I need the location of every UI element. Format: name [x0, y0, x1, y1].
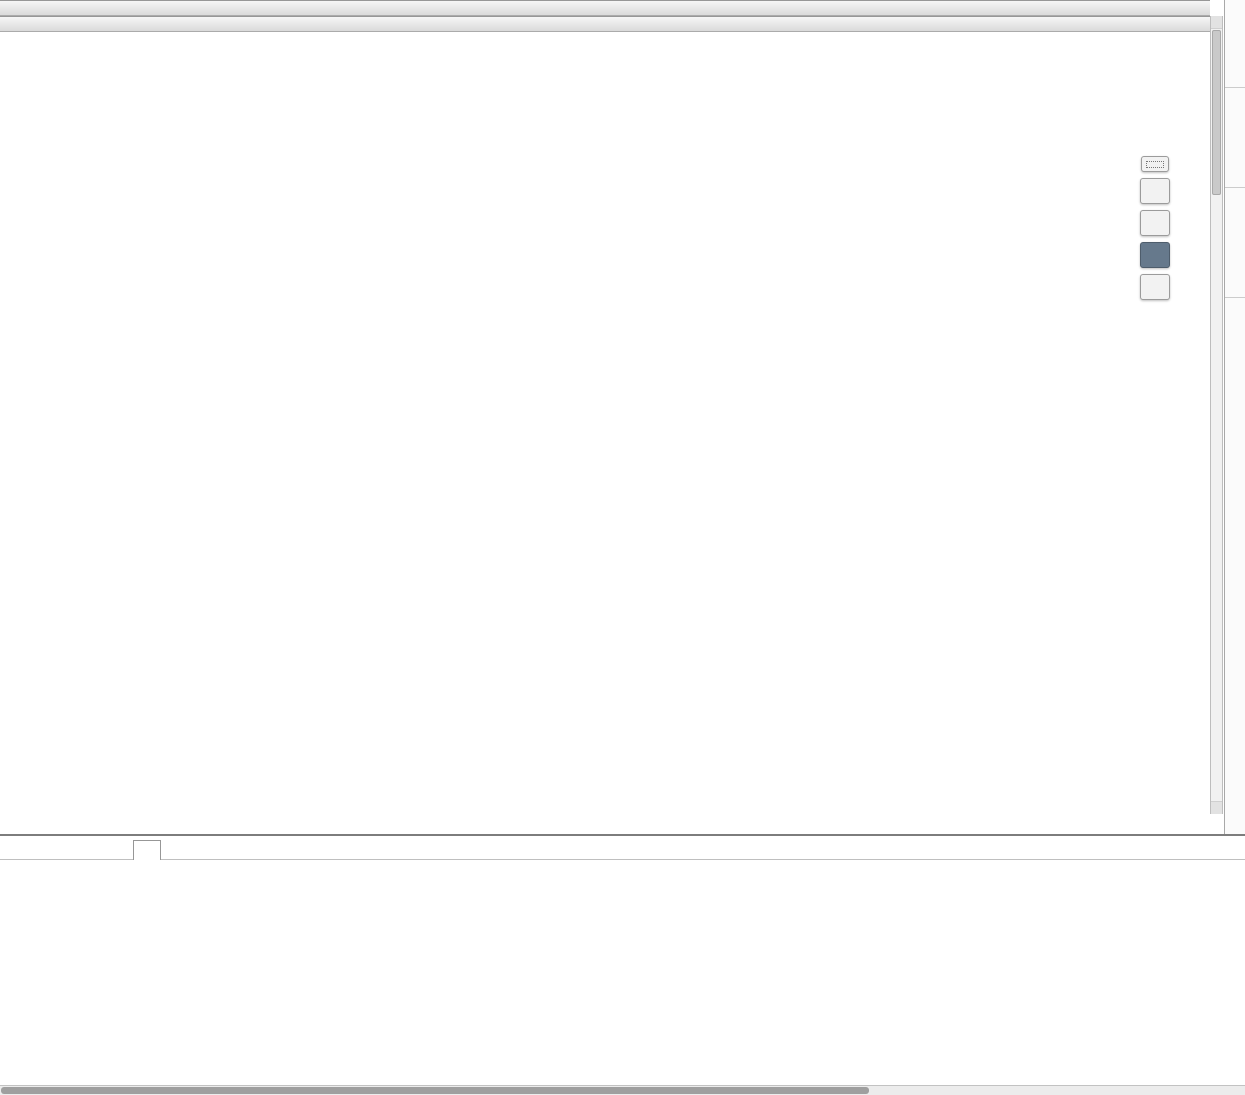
pan-tool-button[interactable]	[1140, 210, 1170, 236]
ruler-tool-button[interactable]	[1141, 156, 1169, 172]
gpu-panel-header[interactable]	[0, 0, 1210, 16]
vertical-scrollbar-thumb[interactable]	[1212, 30, 1221, 195]
side-tab-strip	[1224, 0, 1245, 834]
tab-slice[interactable]	[133, 840, 161, 860]
tab-metrics[interactable]	[1225, 0, 1245, 88]
trace-toolbar	[1138, 156, 1172, 300]
scroll-up-icon[interactable]	[1211, 16, 1222, 29]
details-panel	[0, 834, 1245, 1086]
scroll-down-icon[interactable]	[1211, 801, 1222, 814]
zoom-tool-button[interactable]	[1140, 242, 1170, 268]
args-section-header[interactable]	[0, 863, 1245, 881]
horizontal-scrollbar-thumb[interactable]	[1, 1087, 869, 1094]
vertical-scrollbar[interactable]	[1210, 16, 1223, 814]
details-tab-bar	[0, 836, 1245, 860]
tab-input-latency[interactable]	[1225, 188, 1245, 298]
timing-tool-button[interactable]	[1140, 274, 1170, 300]
selection-tool-button[interactable]	[1140, 178, 1170, 204]
tab-alerts[interactable]	[1225, 298, 1245, 380]
ruler-icon	[1146, 161, 1164, 168]
trace-area	[0, 0, 1210, 32]
tab-frame-data[interactable]	[1225, 88, 1245, 188]
horizontal-scrollbar[interactable]	[0, 1085, 1245, 1095]
cpu-panel-header[interactable]	[0, 16, 1210, 32]
tensorflow-profiler-trace-viewer	[0, 0, 1245, 1095]
